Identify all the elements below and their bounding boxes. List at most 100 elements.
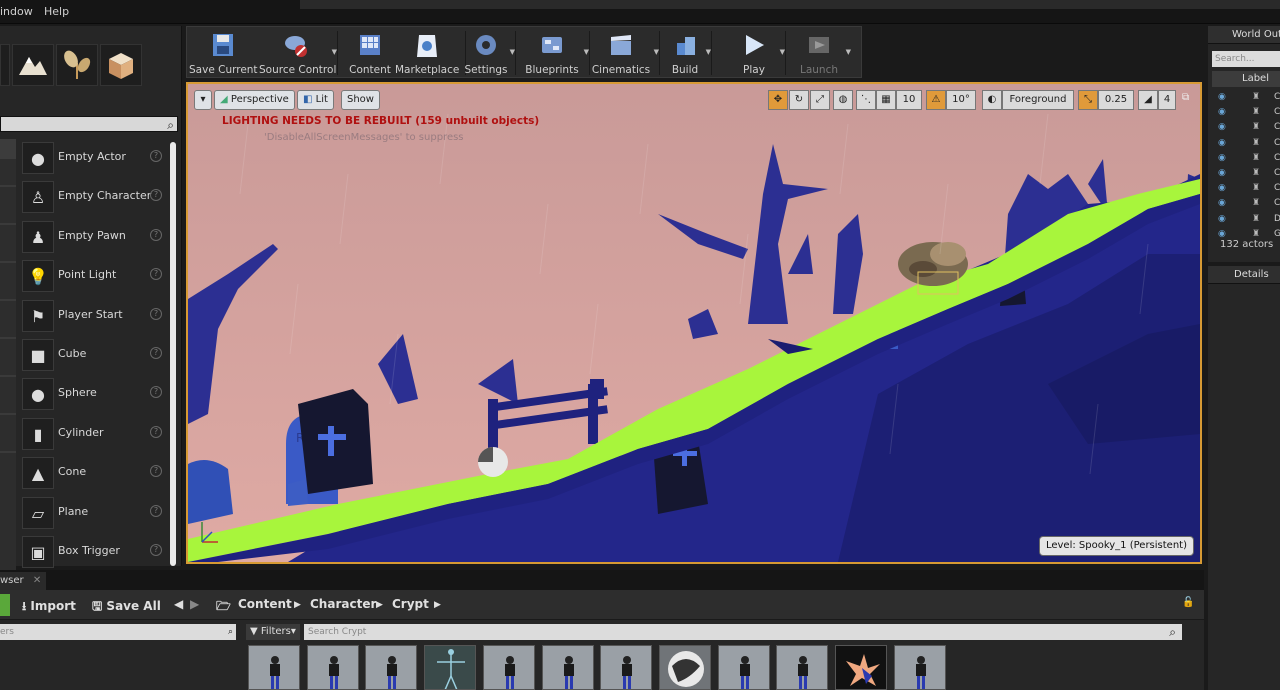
outliner-row[interactable]: ◉ ♜ Co [1212,120,1280,135]
chevron-down-icon[interactable]: ▼ [846,48,851,56]
mode-tab-geometry[interactable] [100,44,142,86]
cinematics-button[interactable]: Cinematics ▼ [589,27,659,79]
source-control-button[interactable]: Source Control ▼ [259,27,337,79]
rotation-snap-value[interactable]: 10° [946,90,976,110]
help-icon[interactable]: ? [150,189,162,202]
content-button[interactable]: Content [347,27,393,79]
content-browser-tab[interactable]: wser ✕ [0,572,46,590]
place-item[interactable]: ♙ Empty Character? [16,178,174,216]
help-icon[interactable]: ? [150,504,162,517]
breadcrumb-crypt[interactable]: Crypt [392,597,429,611]
level-viewport[interactable]: RIP [186,82,1202,564]
rotate-tool-icon[interactable]: ↻ [789,90,809,110]
visibility-eye-icon[interactable]: ◉ [1218,198,1226,208]
help-icon[interactable]: ? [150,228,162,241]
asset-thumbnail[interactable] [835,645,887,690]
outliner-tab[interactable]: World Outl [1208,26,1280,44]
place-item[interactable]: 💡 Point Light? [16,257,174,295]
asset-thumbnail[interactable] [541,645,594,690]
scale-tool-icon[interactable]: ⤢ [810,90,830,110]
scale-snap-icon[interactable]: ⤡ [1078,90,1098,110]
place-item[interactable]: ● Empty Actor? [16,139,174,177]
menu-help[interactable]: Help [44,5,69,18]
forward-arrow-icon[interactable]: ▶ [190,597,199,611]
outliner-search-input[interactable]: Search... [1212,51,1280,67]
help-icon[interactable]: ? [150,425,162,438]
maximize-icon[interactable]: ⧉ [1182,92,1194,104]
asset-thumbnail[interactable] [365,645,418,690]
marketplace-button[interactable]: Marketplace [395,27,459,79]
outliner-row[interactable]: ◉ ♜ Co [1212,90,1280,105]
help-icon[interactable]: ? [150,386,162,399]
menu-window[interactable]: indow [0,5,33,18]
asset-thumbnail[interactable] [306,645,359,690]
place-item[interactable]: ● Sphere? [16,375,174,413]
outliner-row[interactable]: ◉ ♜ Cu [1212,181,1280,196]
help-icon[interactable]: ? [150,465,162,478]
outliner-row[interactable]: ◉ ♜ Co [1212,136,1280,151]
visibility-eye-icon[interactable]: ◉ [1218,183,1226,193]
place-item[interactable]: ⚑ Player Start? [16,297,174,335]
build-button[interactable]: Build ▼ [665,27,711,79]
translate-tool-icon[interactable]: ✥ [768,90,788,110]
layer-icon[interactable]: ◐ [982,90,1002,110]
help-icon[interactable]: ? [150,268,162,281]
import-button[interactable]: ⭳ Import [22,597,76,618]
outliner-label-header[interactable]: Label [1212,71,1280,87]
asset-thumbnail[interactable] [424,645,477,690]
help-icon[interactable]: ? [150,150,162,162]
details-tab[interactable]: Details [1208,266,1280,284]
place-item[interactable]: ♟ Empty Pawn? [16,218,174,256]
filters-button[interactable]: ▼ Filters▾ [246,624,300,640]
close-icon[interactable]: ✕ [33,575,41,586]
perspective-button[interactable]: ◢ Perspective [214,90,295,110]
lock-icon[interactable]: 🔓 [1182,597,1194,608]
place-item[interactable]: ▣ Box Trigger? [16,533,174,571]
visibility-eye-icon[interactable]: ◉ [1218,122,1226,132]
asset-thumbnail[interactable] [482,645,535,690]
world-local-icon[interactable]: ◍ [833,90,853,110]
breadcrumb-content[interactable]: Content [238,597,292,611]
outliner-row[interactable]: ◉ ♜ Co [1212,105,1280,120]
outliner-row[interactable]: ◉ ♜ Cu [1212,196,1280,211]
visibility-eye-icon[interactable]: ◉ [1218,168,1226,178]
save-all-button[interactable]: 🖫 Save All [92,597,161,618]
place-item[interactable]: ▱ Plane? [16,494,174,532]
launch-button[interactable]: Launch ▼ [793,27,851,79]
asset-thumbnail[interactable] [717,645,770,690]
camera-speed-value[interactable]: 4 [1158,90,1176,110]
save-current-button[interactable]: Save Current [189,27,258,79]
category-recent[interactable] [0,139,16,159]
blueprints-button[interactable]: Blueprints ▼ [521,27,589,79]
modes-search-input[interactable]: ⌕ [0,116,178,132]
visibility-eye-icon[interactable]: ◉ [1218,229,1226,239]
visibility-eye-icon[interactable]: ◉ [1218,153,1226,163]
visibility-eye-icon[interactable]: ◉ [1218,214,1226,224]
outliner-row[interactable]: ◉ ♜ Cu [1212,151,1280,166]
help-icon[interactable]: ? [150,307,162,320]
outliner-row[interactable]: ◉ ♜ Di [1212,212,1280,227]
asset-thumbnail[interactable] [248,645,300,690]
scale-snap-value[interactable]: 0.25 [1098,90,1134,110]
settings-button[interactable]: Settings ▼ [463,27,515,79]
viewport-options-button[interactable]: ▾ [194,90,212,110]
asset-thumbnail[interactable] [658,645,711,690]
place-item[interactable]: ▮ Cylinder? [16,415,174,453]
camera-speed-icon[interactable]: ◢ [1138,90,1158,110]
folder-search-input[interactable]: ers ⌕ [0,624,236,640]
help-icon[interactable]: ? [150,347,162,359]
mode-tab-paint[interactable] [12,44,54,86]
surface-snap-icon[interactable]: ⋱ [856,90,876,110]
visibility-eye-icon[interactable]: ◉ [1218,138,1226,148]
grid-snap-value[interactable]: 10 [896,90,922,110]
visibility-eye-icon[interactable]: ◉ [1218,107,1226,117]
play-button[interactable]: Play ▼ [729,27,785,79]
show-button[interactable]: Show [341,90,380,110]
visibility-eye-icon[interactable]: ◉ [1218,92,1226,102]
asset-thumbnail[interactable] [893,645,946,690]
mode-tab-place[interactable] [0,44,10,86]
mode-tab-foliage[interactable] [56,44,98,86]
add-new-button[interactable] [0,594,10,616]
place-list-scrollbar[interactable] [170,142,176,566]
outliner-row[interactable]: ◉ ♜ Cu [1212,166,1280,181]
